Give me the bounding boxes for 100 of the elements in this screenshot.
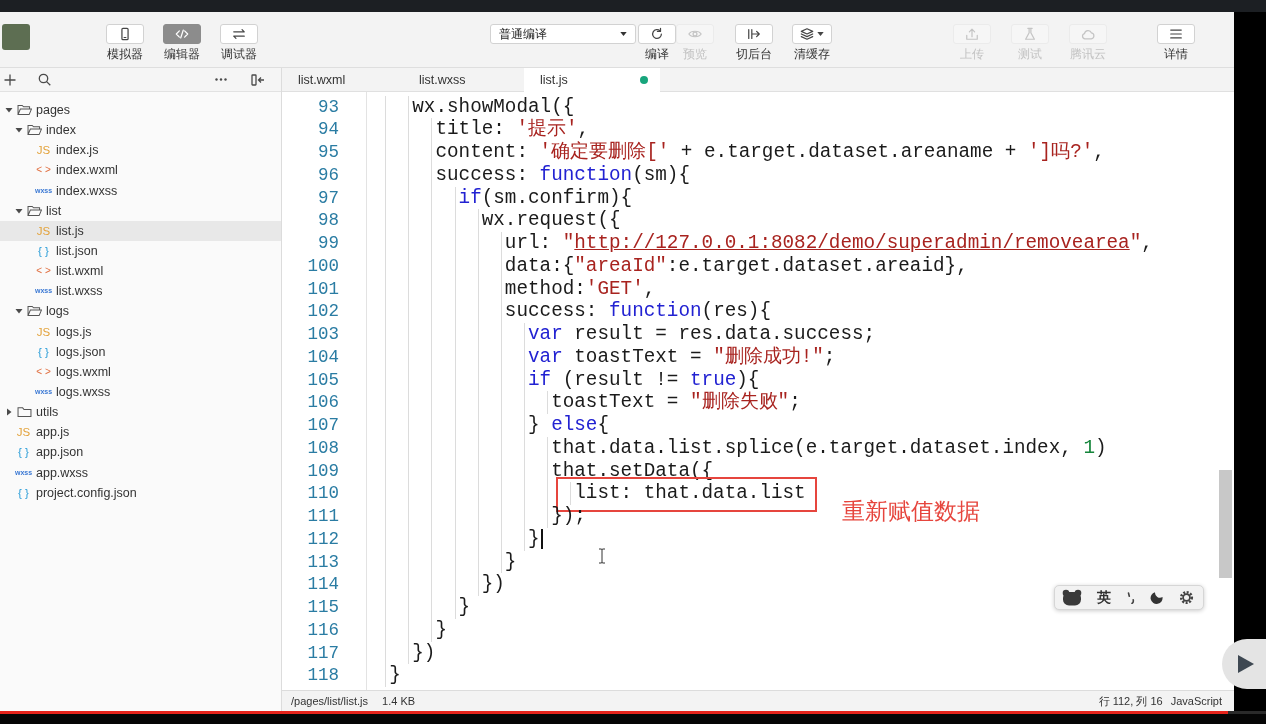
line-number: 114 <box>307 574 339 595</box>
bear-icon[interactable] <box>1062 589 1082 606</box>
file-tree-item[interactable]: { } app.json <box>0 442 281 463</box>
file-type-label: < > <box>35 264 52 279</box>
compile-mode-select[interactable]: 普通编译 <box>490 24 636 44</box>
folder-open-icon <box>27 124 42 137</box>
url-link[interactable]: http://127.0.0.1:8082/demo/superadmin/removearea <box>574 232 1130 255</box>
code-line: data:{"areaId":e.target.dataset.areaid}, <box>504 254 968 277</box>
code-line: } <box>528 527 540 550</box>
caret-right-icon[interactable] <box>5 408 13 417</box>
line-number: 97 <box>318 187 339 208</box>
code-line: success: function(res){ <box>504 300 771 323</box>
line-number: 112 <box>307 528 339 549</box>
code-line: that.data.list.splice(e.target.dataset.index, 1) <box>551 436 1107 459</box>
caret-down-icon <box>620 32 627 36</box>
line-number: 102 <box>307 301 339 322</box>
moon-icon[interactable] <box>1150 590 1165 605</box>
flask-icon <box>1023 27 1037 41</box>
file-tree-item[interactable]: index <box>0 120 281 141</box>
file-tree-item[interactable]: JS app.js <box>0 422 281 443</box>
folder-icon <box>17 406 32 419</box>
code-line: }); <box>551 505 586 528</box>
code-line: } <box>435 618 447 641</box>
code-line: } else{ <box>528 414 609 437</box>
editor-tab[interactable]: list.wxml <box>282 68 403 92</box>
toolbar-label: 调试器 <box>221 47 257 61</box>
line-number: 96 <box>318 164 339 185</box>
caret-down-icon[interactable] <box>15 206 23 215</box>
punctuation-icon[interactable] <box>1125 591 1136 604</box>
code-line: method:'GET', <box>504 277 656 300</box>
line-number: 101 <box>307 278 339 299</box>
file-type-label: JS <box>15 425 32 440</box>
file-tree-item[interactable]: list <box>0 200 281 221</box>
debugger-button[interactable] <box>220 24 258 44</box>
clear-cache-button[interactable] <box>792 24 832 44</box>
file-type-label: JS <box>35 223 52 238</box>
language-toggle[interactable]: 英 <box>1096 588 1111 607</box>
toolbar-label: 清缓存 <box>794 47 830 61</box>
caret-down-icon[interactable] <box>5 106 13 115</box>
file-type-label: { } <box>37 244 50 259</box>
code-line: } <box>504 550 517 573</box>
line-number: 94 <box>318 119 339 140</box>
line-number: 109 <box>307 460 339 481</box>
code-line: url: "http://127.0.0.1:8082/demo/superadmin/removearea", <box>504 232 1153 255</box>
editor-tab[interactable]: list.js <box>524 68 660 92</box>
collapse-panel-icon[interactable] <box>251 73 265 86</box>
code-line: } <box>458 596 471 619</box>
simulator-button[interactable] <box>106 24 144 44</box>
toolbar-label: 编辑器 <box>164 47 200 61</box>
file-tree-item[interactable]: { } list.json <box>0 241 281 262</box>
line-number: 106 <box>307 392 339 413</box>
editor-button[interactable] <box>163 24 201 44</box>
line-number: 116 <box>307 619 339 640</box>
upload-icon <box>965 27 979 41</box>
add-icon[interactable] <box>4 73 16 86</box>
refresh-icon <box>650 27 664 41</box>
toolbar-label: 切后台 <box>736 47 772 61</box>
line-number: 104 <box>307 346 339 367</box>
swap-arrows-icon <box>232 27 246 41</box>
file-tree-item[interactable]: JS list.js <box>0 220 281 241</box>
file-tree-item[interactable]: { } logs.json <box>0 341 281 362</box>
code-line: } <box>389 664 401 687</box>
line-number: 105 <box>307 369 339 390</box>
code-line: that.setData({ <box>551 459 714 482</box>
background-button[interactable] <box>735 24 773 44</box>
search-icon[interactable] <box>38 73 51 86</box>
line-number: 100 <box>307 255 339 276</box>
annotation-text: 重新赋值数据 <box>841 500 980 525</box>
file-tree-item[interactable]: logs <box>0 301 281 322</box>
file-tree-item[interactable]: pages <box>0 100 281 121</box>
line-number: 103 <box>307 324 339 345</box>
caret-down-icon[interactable] <box>15 126 23 135</box>
toolbar-label: 详情 <box>1164 47 1188 61</box>
play-icon <box>1238 655 1254 673</box>
file-type-label: { } <box>17 485 30 500</box>
folder-open-icon <box>27 305 42 318</box>
file-tree-item[interactable]: JS index.js <box>0 140 281 161</box>
editor-tab[interactable]: list.wxss <box>403 68 524 92</box>
code-line: var toastText = "删除成功!"; <box>528 345 836 368</box>
file-tree-item[interactable]: < > logs.wxml <box>0 361 281 382</box>
toolbar-label: 模拟器 <box>107 47 143 61</box>
file-tree-item[interactable]: JS logs.js <box>0 321 281 342</box>
file-type-label: JS <box>35 143 52 158</box>
file-tree-item[interactable]: utils <box>0 402 281 423</box>
more-icon[interactable] <box>215 78 227 81</box>
line-number: 108 <box>307 437 339 458</box>
file-tree-item[interactable]: { } project.config.json <box>0 482 281 503</box>
code-line: toastText = "删除失败"; <box>551 391 801 414</box>
file-tree-item[interactable]: < > list.wxml <box>0 261 281 282</box>
file-tree-item[interactable]: < > index.wxml <box>0 160 281 181</box>
code-line: success: function(sm){ <box>435 163 690 186</box>
line-number: 115 <box>307 597 339 618</box>
language-mode: JavaScript <box>1170 695 1222 707</box>
settings-icon[interactable] <box>1179 590 1194 605</box>
scrollbar-thumb[interactable] <box>1219 470 1232 578</box>
compile-button[interactable] <box>638 24 676 44</box>
details-button[interactable] <box>1157 24 1195 44</box>
caret-down-icon[interactable] <box>15 307 23 316</box>
code-line: var result = res.data.success; <box>528 323 876 346</box>
code-line: list: that.data.list <box>574 482 806 505</box>
